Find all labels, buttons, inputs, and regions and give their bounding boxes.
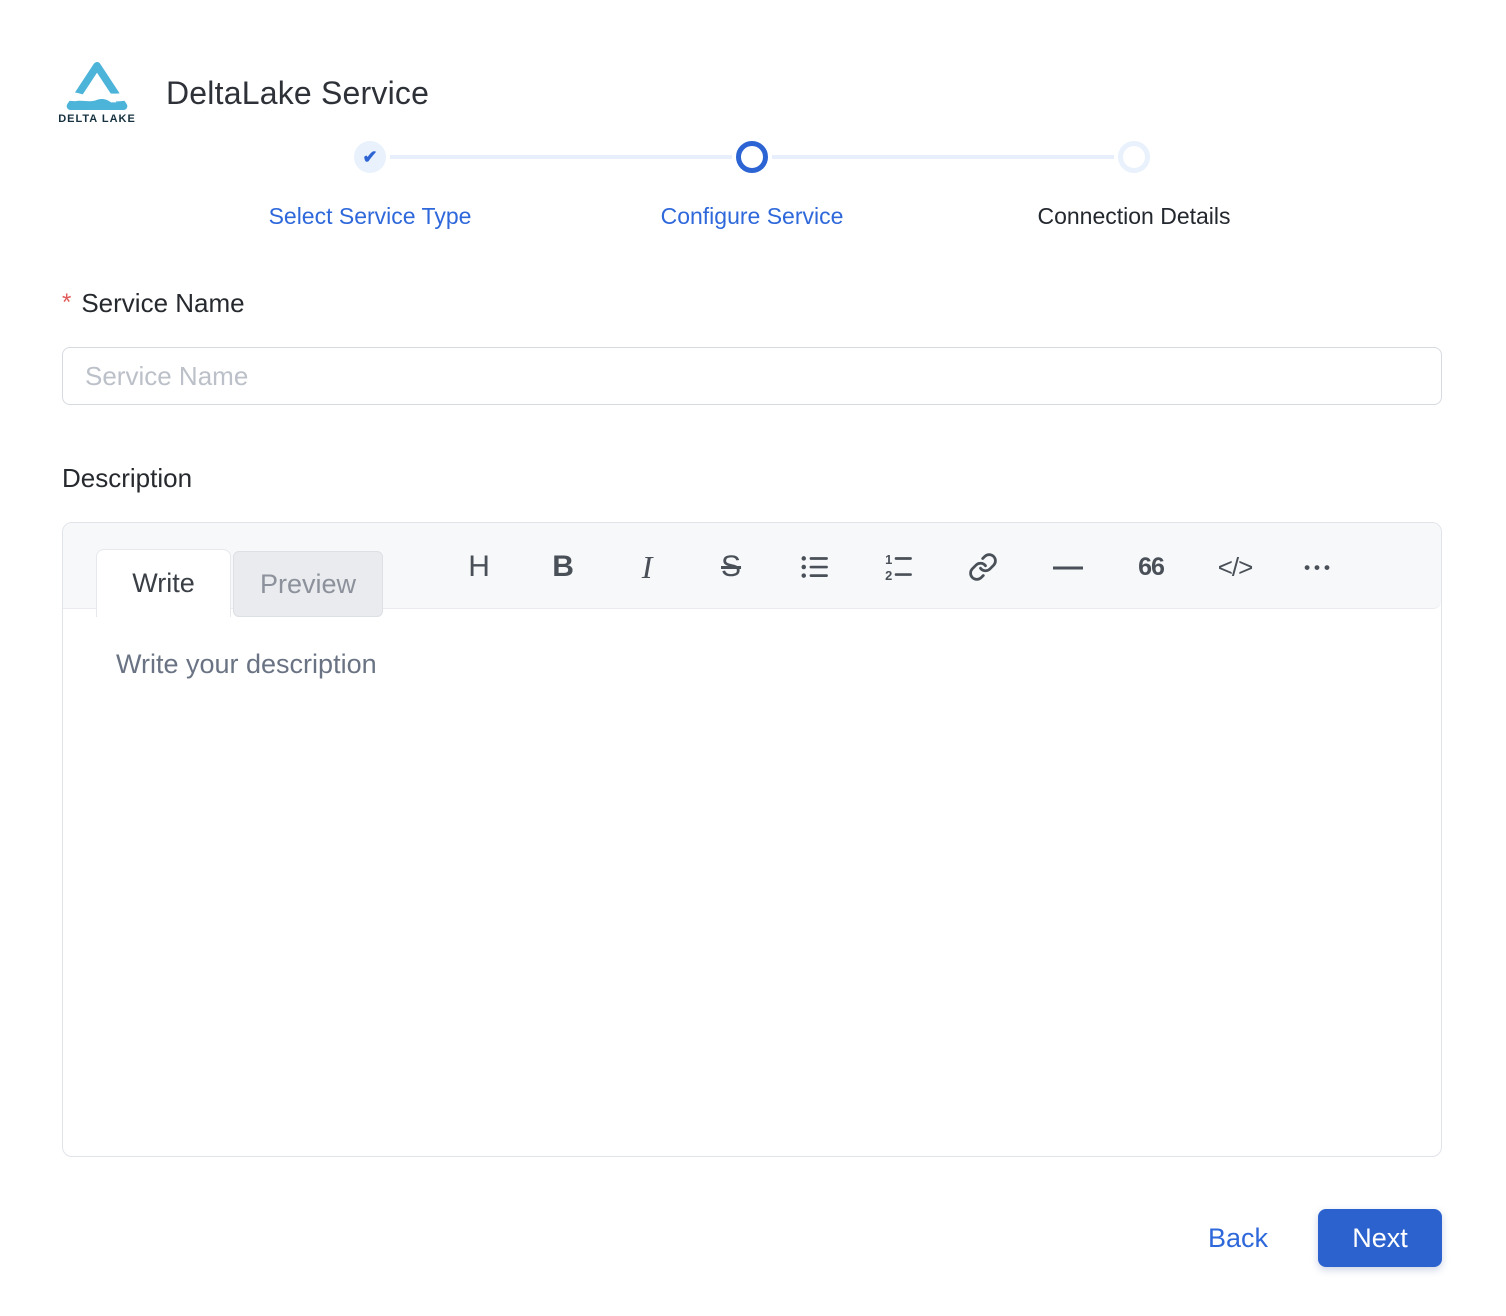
- delta-lake-logo: DELTA LAKE: [62, 62, 132, 125]
- next-button[interactable]: Next: [1318, 1209, 1442, 1267]
- header: DELTA LAKE DeltaLake Service: [62, 62, 1442, 125]
- numbered-list-icon[interactable]: 1 2: [881, 548, 917, 586]
- bold-icon[interactable]: B: [545, 548, 581, 586]
- svg-text:1: 1: [885, 552, 892, 567]
- step-label-configure-service: Configure Service: [661, 203, 844, 230]
- step-connection-details[interactable]: Connection Details: [943, 141, 1325, 230]
- tab-write[interactable]: Write: [96, 549, 231, 617]
- page-title: DeltaLake Service: [166, 75, 429, 112]
- delta-lake-logo-icon: [65, 62, 129, 110]
- description-editor: Write Preview H B I S: [62, 522, 1442, 1157]
- configure-service-page: DELTA LAKE DeltaLake Service ✔ Select Se…: [0, 0, 1506, 1316]
- footer: Back Next: [62, 1209, 1442, 1267]
- step-configure-service[interactable]: Configure Service: [561, 141, 943, 230]
- back-button[interactable]: Back: [1206, 1217, 1270, 1260]
- toolbar-icons: H B I S 1 2: [461, 548, 1337, 586]
- stepper: ✔ Select Service Type Configure Service …: [179, 141, 1325, 230]
- bullet-list-icon[interactable]: [797, 548, 833, 586]
- link-icon[interactable]: [965, 548, 1001, 586]
- svg-text:2: 2: [885, 568, 892, 582]
- editor-body: [63, 609, 1441, 1156]
- editor-tabs: Write Preview: [96, 549, 383, 617]
- check-icon: ✔: [362, 148, 377, 166]
- step-label-select-service-type: Select Service Type: [269, 203, 472, 230]
- description-textarea[interactable]: [63, 609, 1441, 1156]
- italic-icon[interactable]: I: [629, 548, 665, 586]
- quote-icon[interactable]: 66: [1133, 548, 1169, 586]
- tab-preview[interactable]: Preview: [233, 551, 383, 617]
- horizontal-rule-icon[interactable]: —: [1049, 548, 1085, 586]
- strikethrough-icon[interactable]: S: [713, 548, 749, 586]
- step-select-service-type[interactable]: ✔ Select Service Type: [179, 141, 561, 230]
- heading-icon[interactable]: H: [461, 548, 497, 586]
- logo-wordmark: DELTA LAKE: [58, 113, 136, 125]
- step-circle-active: [736, 141, 768, 173]
- code-icon[interactable]: </>: [1217, 548, 1253, 586]
- more-options-icon[interactable]: •••: [1301, 548, 1337, 586]
- editor-toolbar: Write Preview H B I S: [63, 523, 1441, 609]
- service-name-label: * Service Name: [62, 288, 1442, 319]
- step-circle-pending: [1118, 141, 1150, 173]
- step-label-connection-details: Connection Details: [1037, 203, 1230, 230]
- step-circle-completed: ✔: [354, 141, 386, 173]
- required-asterisk: *: [62, 289, 71, 316]
- service-name-label-text: Service Name: [81, 288, 244, 318]
- service-name-input[interactable]: [62, 347, 1442, 405]
- description-label: Description: [62, 463, 1442, 494]
